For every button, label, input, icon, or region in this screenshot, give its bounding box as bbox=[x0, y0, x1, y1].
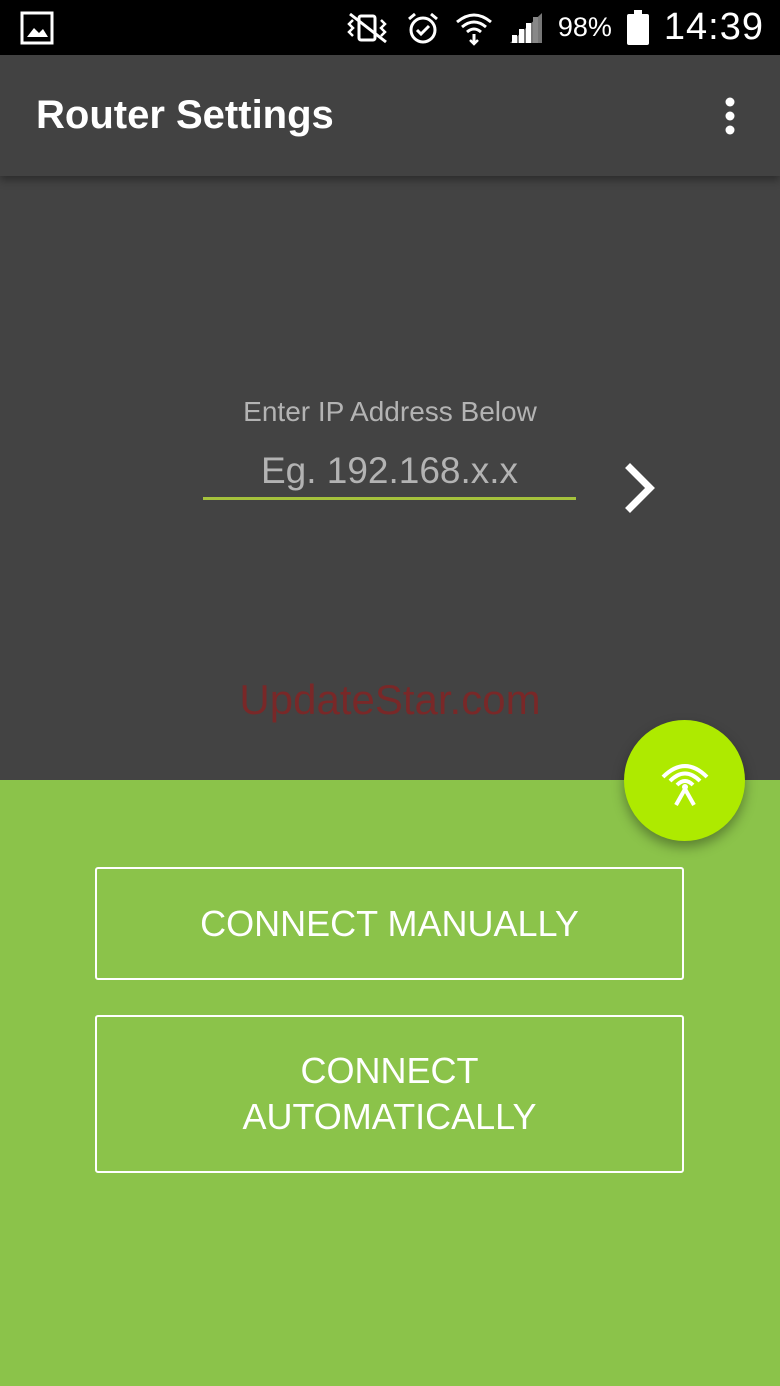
ip-entry-panel: Enter IP Address Below UpdateStar.com bbox=[0, 176, 780, 780]
chevron-right-icon bbox=[625, 463, 655, 513]
clock: 14:39 bbox=[663, 6, 764, 48]
scan-router-fab[interactable] bbox=[624, 720, 745, 841]
alarm-icon bbox=[406, 11, 440, 45]
app-bar: Router Settings bbox=[0, 55, 780, 176]
connect-automatically-label: CONNECT AUTOMATICALLY bbox=[242, 1050, 537, 1137]
ip-address-input[interactable] bbox=[203, 444, 576, 500]
connect-manually-label: CONNECT MANUALLY bbox=[200, 902, 579, 944]
ip-address-label: Enter IP Address Below bbox=[243, 396, 537, 427]
connect-automatically-button[interactable]: CONNECT AUTOMATICALLY bbox=[95, 1015, 684, 1173]
connect-manually-button[interactable]: CONNECT MANUALLY bbox=[95, 867, 684, 980]
gallery-icon bbox=[20, 11, 54, 45]
screen: 98% 14:39 Router Settings Enter IP Addre… bbox=[0, 0, 780, 1386]
vibrate-icon bbox=[342, 11, 392, 45]
battery-percent: 98% bbox=[557, 12, 612, 42]
wifi-icon bbox=[454, 10, 494, 46]
battery-icon bbox=[626, 9, 650, 46]
go-button[interactable] bbox=[615, 458, 665, 518]
connect-actions-panel: CONNECT MANUALLY CONNECT AUTOMATICALLY bbox=[0, 780, 780, 1386]
overflow-menu-button[interactable] bbox=[710, 86, 750, 146]
page-title: Router Settings bbox=[36, 93, 334, 137]
status-bar: 98% 14:39 bbox=[0, 0, 780, 55]
router-antenna-icon bbox=[661, 763, 708, 806]
watermark: UpdateStar.com bbox=[239, 676, 541, 723]
more-vertical-icon bbox=[725, 97, 735, 134]
signal-icon bbox=[508, 11, 544, 45]
